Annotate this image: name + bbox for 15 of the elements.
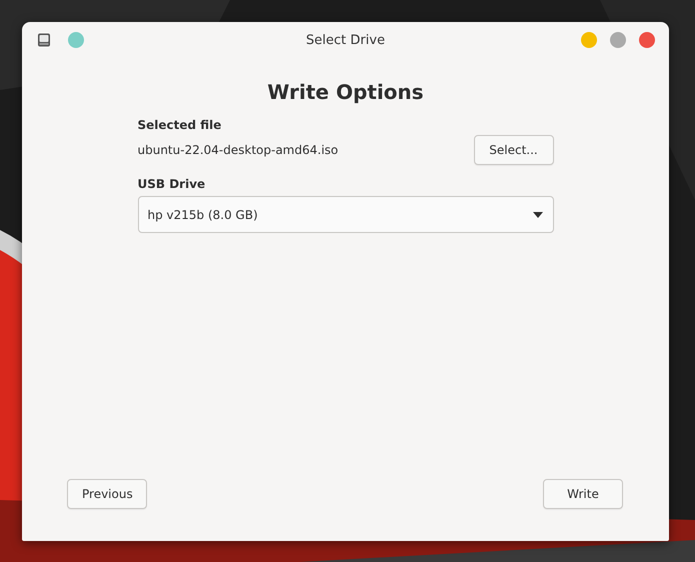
- field-label: USB Drive: [138, 177, 206, 191]
- minimize-button[interactable]: [581, 32, 597, 48]
- pin-button[interactable]: [68, 32, 84, 48]
- drive-icon: [36, 32, 52, 48]
- field-label: Selected file: [138, 118, 222, 132]
- maximize-button[interactable]: [610, 32, 626, 48]
- drive-dropdown[interactable]: hp v215b (8.0 GB): [138, 196, 554, 233]
- file-name: ubuntu-22.04-desktop-amd64.iso: [138, 143, 338, 157]
- previous-button[interactable]: Previous: [67, 479, 147, 509]
- caret-icon: [532, 212, 542, 218]
- window-title: Select Drive: [305, 32, 386, 48]
- select-button[interactable]: Select...: [474, 135, 554, 165]
- page-heading: Write Options: [267, 80, 424, 104]
- close-button[interactable]: [639, 32, 655, 48]
- write-button[interactable]: Write: [543, 479, 623, 509]
